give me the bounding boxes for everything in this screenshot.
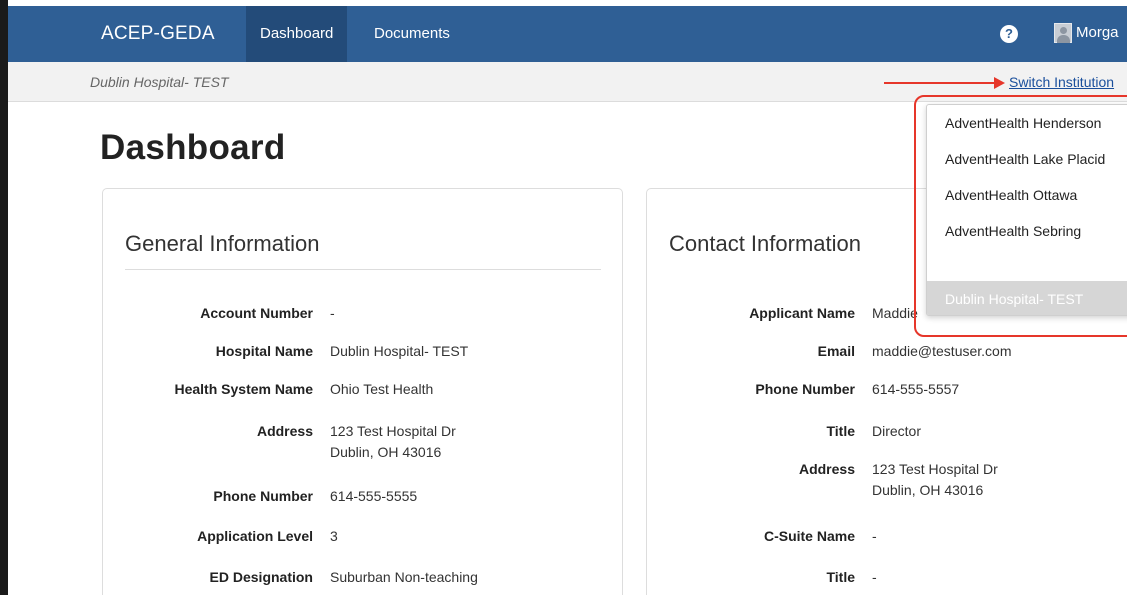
field-value: 3	[330, 528, 338, 544]
brand-logo[interactable]: ACEP-GEDA	[101, 23, 215, 45]
field-label: C-Suite Name	[763, 528, 855, 544]
page-title: Dashboard	[100, 128, 286, 167]
field-label: Email	[817, 343, 855, 359]
field-value: Dublin Hospital- TEST	[330, 343, 469, 359]
field-label: ED Designation	[209, 569, 313, 585]
field-label: Hospital Name	[215, 343, 313, 359]
nav-dashboard[interactable]: Dashboard	[246, 6, 348, 62]
current-institution: Dublin Hospital- TEST	[90, 74, 229, 90]
field-value: 614-555-5557	[872, 381, 960, 397]
field-label: Phone Number	[755, 381, 855, 397]
field-value: 123 Test Hospital Dr Dublin, OH 43016	[872, 461, 998, 498]
card-title: Contact Information	[669, 231, 861, 256]
field-value: 614-555-5555	[330, 488, 418, 504]
general-information-card: General Information Account Number - Hos…	[102, 188, 623, 595]
field-label: Application Level	[197, 528, 313, 544]
field-value: -	[872, 569, 877, 585]
field-value: -	[330, 305, 335, 321]
field-label: Title	[826, 569, 855, 585]
dropdown-item-selected[interactable]: Dublin Hospital- TEST	[927, 281, 1127, 315]
dropdown-item[interactable]: AdventHealth Lake Placid	[927, 141, 1127, 177]
field-label: Address	[256, 423, 313, 439]
field-label: Title	[826, 423, 855, 439]
top-navbar: ACEP-GEDA Dashboard Documents ? Morga	[8, 6, 1127, 62]
field-label: Phone Number	[213, 488, 313, 504]
dropdown-item[interactable]: AdventHealth Ottawa	[927, 177, 1127, 213]
field-value: 123 Test Hospital Dr Dublin, OH 43016	[330, 423, 456, 460]
field-label: Account Number	[200, 305, 313, 321]
field-value: Director	[872, 423, 922, 439]
field-value: Suburban Non-teaching	[330, 569, 478, 585]
switch-institution-link[interactable]: Switch Institution	[1009, 74, 1114, 90]
dropdown-item[interactable]: AdventHealth Sebring	[927, 213, 1127, 249]
user-menu-name[interactable]: Morga	[1076, 24, 1119, 41]
field-label: Address	[798, 461, 855, 477]
field-value: -	[872, 528, 877, 544]
field-label: Health System Name	[174, 381, 313, 397]
card-title: General Information	[125, 231, 320, 256]
divider	[125, 269, 601, 270]
annotation-arrow-line	[884, 82, 997, 84]
avatar[interactable]	[1054, 23, 1072, 43]
nav-documents[interactable]: Documents	[360, 6, 464, 62]
annotation-arrow-head	[994, 77, 1005, 89]
app-window: ACEP-GEDA Dashboard Documents ? Morga Du…	[8, 0, 1127, 595]
help-icon[interactable]: ?	[1000, 25, 1018, 43]
field-value: Ohio Test Health	[330, 381, 434, 397]
institution-dropdown: AdventHealth Henderson AdventHealth Lake…	[926, 104, 1127, 316]
dropdown-item[interactable]: AdventHealth Henderson	[927, 105, 1127, 141]
field-value: maddie@testuser.com	[872, 343, 1012, 359]
field-label: Applicant Name	[749, 305, 855, 321]
field-value: Maddie	[872, 305, 918, 321]
